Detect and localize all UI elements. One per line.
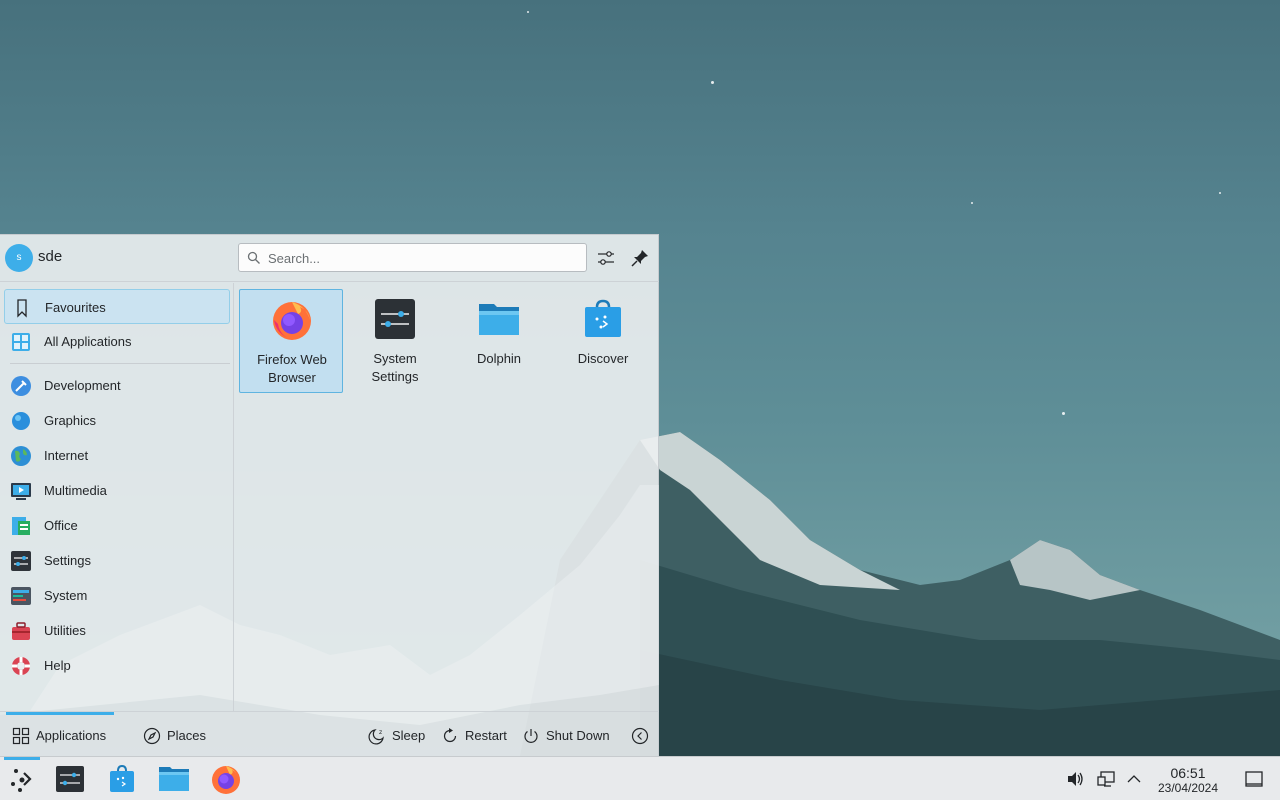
sidebar-item-settings[interactable]: Settings — [4, 543, 230, 578]
power-icon — [524, 729, 538, 743]
firefox-icon — [273, 302, 311, 340]
sidebar-item-help[interactable]: Help — [4, 648, 230, 683]
application-launcher: s sde Favourites All Applications Develo… — [0, 234, 659, 757]
active-tab-indicator — [6, 712, 114, 715]
restart-icon — [443, 728, 457, 743]
sidebar-item-label: Graphics — [44, 413, 97, 428]
favourite-firefox[interactable]: Firefox Web Browser — [239, 289, 343, 393]
sidebar-item-label: System — [44, 588, 88, 603]
bookmark-icon — [17, 299, 27, 318]
graphics-icon — [12, 412, 30, 430]
sidebar-item-graphics[interactable]: Graphics — [4, 403, 230, 438]
favourites-grid: Firefox Web Browser System Settings Dolphi… — [238, 289, 656, 709]
sidebar-item-office[interactable]: Office — [4, 508, 230, 543]
discover-icon — [585, 299, 621, 337]
sidebar-divider — [10, 363, 230, 364]
footer-label: Shut Down — [546, 728, 610, 743]
favourite-system-settings[interactable]: System Settings — [343, 289, 447, 393]
system-settings-icon[interactable] — [54, 763, 86, 795]
system-settings-icon — [375, 299, 415, 339]
favourite-label: Dolphin — [476, 351, 522, 366]
network-icon[interactable] — [1096, 769, 1116, 789]
sidebar-item-favourites[interactable]: Favourites — [4, 289, 230, 324]
launcher-active-indicator — [4, 757, 40, 760]
sidebar-item-label: Utilities — [44, 623, 86, 638]
restart-button[interactable]: Restart — [441, 725, 511, 747]
favourite-label: Discover — [577, 351, 629, 366]
sidebar-item-label: Office — [44, 518, 78, 533]
volume-icon[interactable] — [1065, 769, 1085, 789]
footer-label: Sleep — [392, 728, 426, 743]
application-launcher-icon[interactable] — [6, 763, 38, 795]
sidebar-item-development[interactable]: Development — [4, 368, 230, 403]
favourite-discover[interactable]: Discover — [551, 289, 655, 393]
launcher-footer: Applications Places z Sleep Restart Shut… — [0, 711, 659, 757]
sidebar-item-internet[interactable]: Internet — [4, 438, 230, 473]
avatar[interactable]: s — [5, 244, 33, 272]
lifebuoy-icon — [12, 657, 30, 675]
sidebar-item-all-applications[interactable]: All Applications — [4, 324, 230, 359]
sidebar-item-multimedia[interactable]: Multimedia — [4, 473, 230, 508]
username: sde — [38, 248, 63, 265]
category-sidebar: Favourites All Applications Development … — [0, 283, 234, 711]
tab-label: Places — [167, 728, 207, 743]
sidebar-item-label: Multimedia — [44, 483, 107, 498]
sidebar-item-label: Development — [44, 378, 121, 393]
grid-icon — [12, 333, 30, 351]
sidebar-item-system[interactable]: System — [4, 578, 230, 613]
sidebar-item-label: All Applications — [44, 334, 132, 349]
favourite-label: Firefox Web Browser — [257, 352, 327, 385]
sleep-icon: z — [368, 729, 384, 745]
favourite-dolphin[interactable]: Dolphin — [447, 289, 551, 393]
show-desktop-icon[interactable] — [1244, 769, 1264, 789]
more-power-options-button[interactable] — [631, 725, 649, 747]
grid-icon — [12, 727, 30, 745]
toolbox-icon — [12, 622, 30, 640]
clock-time[interactable]: 06:51 — [1150, 765, 1226, 781]
tab-applications[interactable]: Applications — [12, 725, 116, 747]
dolphin-folder-icon — [479, 304, 519, 335]
firefox-icon[interactable] — [210, 763, 242, 795]
footer-label: Restart — [465, 728, 507, 743]
svg-text:z: z — [379, 729, 382, 736]
chevron-up-icon[interactable] — [1124, 769, 1144, 789]
pin-icon[interactable] — [628, 246, 652, 270]
development-icon — [11, 376, 31, 396]
sleep-button[interactable]: z Sleep — [368, 725, 428, 747]
tab-places[interactable]: Places — [143, 725, 213, 747]
sidebar-item-utilities[interactable]: Utilities — [4, 613, 230, 648]
multimedia-icon — [11, 483, 31, 500]
globe-icon — [11, 446, 31, 466]
sidebar-item-label: Help — [44, 658, 71, 673]
sidebar-item-label: Internet — [44, 448, 89, 463]
search-field[interactable] — [238, 243, 587, 272]
discover-icon[interactable] — [106, 763, 138, 795]
system-icon — [11, 587, 31, 605]
clock-date[interactable]: 23/04/2024 — [1150, 781, 1226, 795]
compass-icon — [143, 727, 161, 745]
search-icon — [247, 251, 260, 264]
taskbar: 06:51 23/04/2024 — [0, 756, 1280, 800]
sidebar-item-label: Favourites — [45, 300, 106, 315]
dolphin-folder-icon[interactable] — [158, 763, 190, 795]
settings-icon — [11, 551, 31, 571]
launcher-header: s sde — [0, 235, 659, 282]
search-input[interactable] — [268, 248, 578, 268]
tab-label: Applications — [36, 728, 107, 743]
office-icon — [12, 517, 30, 535]
chevron-left-icon — [631, 727, 649, 745]
configure-icon[interactable] — [594, 246, 618, 270]
sidebar-item-label: Settings — [44, 553, 91, 568]
shutdown-button[interactable]: Shut Down — [522, 725, 616, 747]
favourite-label: System Settings — [371, 351, 419, 384]
